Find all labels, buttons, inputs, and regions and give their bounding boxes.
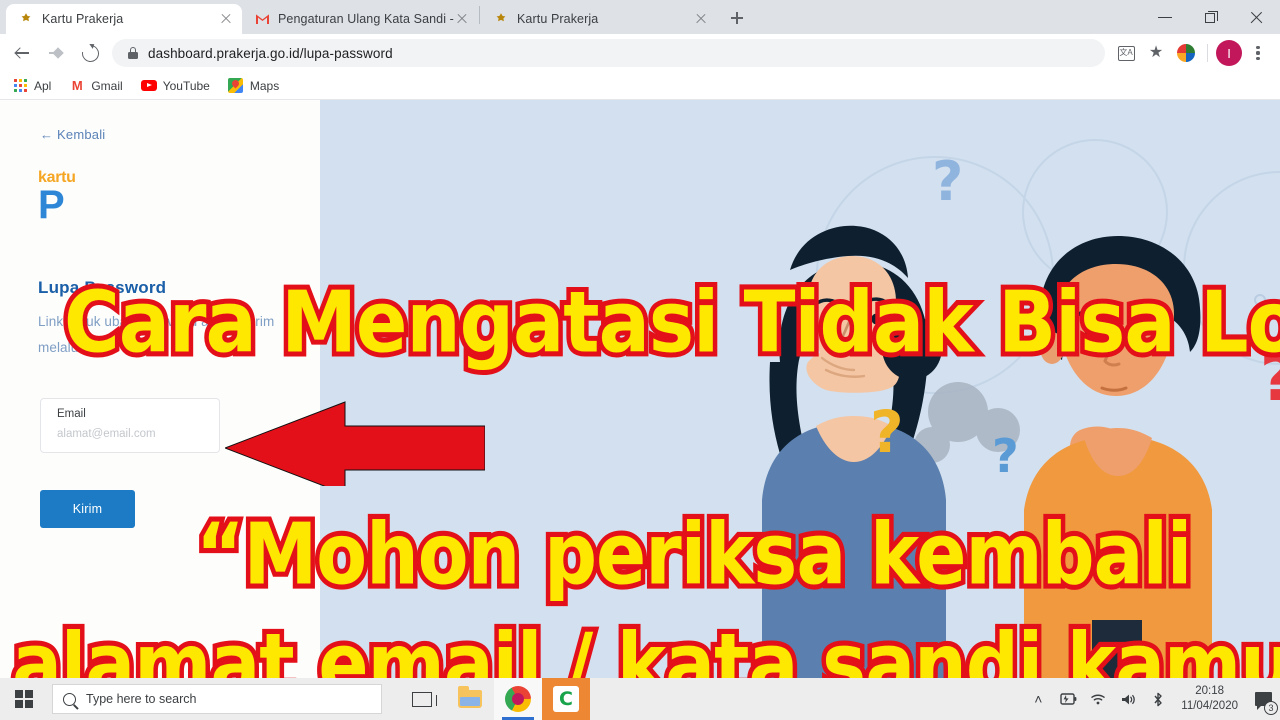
clock[interactable]: 20:18 11/04/2020 (1173, 684, 1246, 714)
bookmark-apl[interactable]: Apl (12, 78, 51, 94)
youtube-icon (140, 78, 157, 94)
avatar: I (1216, 40, 1242, 66)
clock-date: 11/04/2020 (1181, 700, 1238, 712)
apps-grid-icon (12, 78, 28, 94)
question-mark-small-blue: ? (992, 429, 1019, 483)
garuda-icon (18, 11, 34, 27)
tab-title: Kartu Prakerja (42, 12, 124, 26)
window-controls (1142, 0, 1280, 34)
tab-close-icon[interactable] (218, 11, 234, 27)
gmail-icon: M (71, 78, 83, 93)
forward-arrow-icon (47, 44, 65, 62)
browser-tab-2[interactable]: Pengaturan Ulang Kata Sandi - h (242, 4, 478, 34)
forward-button[interactable] (40, 37, 72, 69)
screen: Kartu Prakerja Pengaturan Ulang Kata San… (0, 0, 1280, 720)
star-icon: ★ (1148, 44, 1164, 61)
question-mark-blue: ? (932, 150, 963, 213)
tab-strip: Kartu Prakerja Pengaturan Ulang Kata San… (0, 0, 1280, 34)
url-text: dashboard.prakerja.go.id/lupa-password (148, 45, 393, 61)
system-tray: ˄ 20:18 11/04/2020 3 (1023, 678, 1280, 720)
page-viewport: ← Kembali kartu P Lupa Password Link unt… (0, 100, 1280, 678)
tab-close-icon[interactable] (693, 11, 709, 27)
search-placeholder: Type here to search (86, 692, 197, 706)
maps-icon (228, 78, 244, 94)
bookmark-label: Gmail (91, 78, 123, 93)
clock-time: 20:18 (1195, 685, 1225, 697)
logo-p-text: P (38, 183, 65, 227)
back-arrow-icon (13, 44, 31, 62)
translate-button[interactable]: 文A (1111, 38, 1141, 68)
bookmarks-bar: Apl M Gmail YouTube Maps (0, 72, 1280, 100)
email-field[interactable]: Email alamat@email.com (40, 398, 220, 453)
bookmark-label: YouTube (162, 78, 210, 93)
chrome-taskbar-button[interactable] (494, 678, 542, 720)
camtasia-taskbar-button[interactable]: C (542, 678, 590, 720)
browser-tab-1[interactable]: Kartu Prakerja (6, 4, 242, 34)
maximize-button[interactable] (1188, 0, 1234, 34)
back-link[interactable]: ← Kembali (40, 127, 105, 142)
bookmark-label: Apl (34, 78, 52, 93)
close-window-button[interactable] (1234, 0, 1280, 34)
lock-icon (128, 47, 138, 59)
chrome-icon (505, 686, 531, 712)
bookmark-label: Maps (249, 78, 280, 93)
start-button[interactable] (0, 678, 48, 720)
question-mark-yellow: ? (870, 398, 904, 466)
extension-button[interactable] (1171, 38, 1201, 68)
profile-button[interactable]: I (1214, 38, 1244, 68)
red-left-arrow (225, 401, 485, 486)
extension-icon (1177, 44, 1195, 62)
toolbar-icons: 文A ★ I (1111, 38, 1272, 68)
chrome-browser-window: Kartu Prakerja Pengaturan Ulang Kata San… (0, 0, 1280, 678)
bookmark-youtube[interactable]: YouTube (140, 78, 210, 94)
tray-expand-icon[interactable]: ˄ (1023, 678, 1053, 720)
task-view-button[interactable] (398, 678, 446, 720)
notification-badge: 3 (1264, 701, 1278, 715)
prakerja-logo: kartu P (38, 170, 76, 227)
browser-toolbar: dashboard.prakerja.go.id/lupa-password 文… (0, 34, 1280, 72)
toolbar-divider (1207, 44, 1208, 62)
search-icon (63, 692, 76, 706)
minimize-button[interactable] (1142, 0, 1188, 34)
windows-logo-icon (15, 690, 33, 708)
tab-title: Kartu Prakerja (517, 12, 599, 26)
overlay-quote-line-1: “Mohon periksa kembali (191, 501, 1196, 609)
taskbar-search-box[interactable]: Type here to search (52, 684, 382, 714)
taskbar-apps: C (398, 678, 590, 720)
bookmark-maps[interactable]: Maps (228, 78, 279, 94)
task-view-icon (412, 691, 437, 707)
back-button[interactable] (6, 37, 38, 69)
email-label: Email (57, 408, 86, 420)
notification-center-button[interactable]: 3 (1246, 678, 1280, 720)
chrome-menu-button[interactable] (1244, 39, 1272, 67)
camtasia-icon: C (553, 686, 579, 712)
bookmark-star-button[interactable]: ★ (1141, 38, 1171, 68)
tab-title: Pengaturan Ulang Kata Sandi - h (278, 12, 454, 26)
email-placeholder: alamat@email.com (57, 428, 156, 440)
bluetooth-icon[interactable] (1143, 678, 1173, 720)
browser-tab-3[interactable]: Kartu Prakerja (481, 4, 717, 34)
tab-divider (479, 5, 480, 24)
overlay-quote-line-2: alamat email / kata sandi kamu.” (8, 611, 1280, 678)
tab-close-icon[interactable] (454, 11, 470, 27)
file-explorer-button[interactable] (446, 678, 494, 720)
new-tab-button[interactable] (723, 4, 751, 32)
overlay-headline: Cara Mengatasi Tidak Bisa Login (59, 267, 1280, 377)
address-bar[interactable]: dashboard.prakerja.go.id/lupa-password (112, 39, 1105, 67)
reload-button[interactable] (74, 37, 106, 69)
battery-charging-icon[interactable] (1053, 678, 1083, 720)
volume-icon[interactable] (1113, 678, 1143, 720)
windows-taskbar: Type here to search C ˄ 20:18 11/04/2020… (0, 678, 1280, 720)
garuda-icon (493, 11, 509, 27)
translate-icon: 文A (1117, 45, 1135, 61)
submit-button[interactable]: Kirim (40, 490, 135, 528)
file-explorer-icon (458, 686, 482, 708)
gmail-icon (254, 11, 270, 27)
bookmark-gmail[interactable]: M Gmail (69, 78, 123, 94)
wifi-icon[interactable] (1083, 678, 1113, 720)
reload-icon (78, 41, 102, 65)
